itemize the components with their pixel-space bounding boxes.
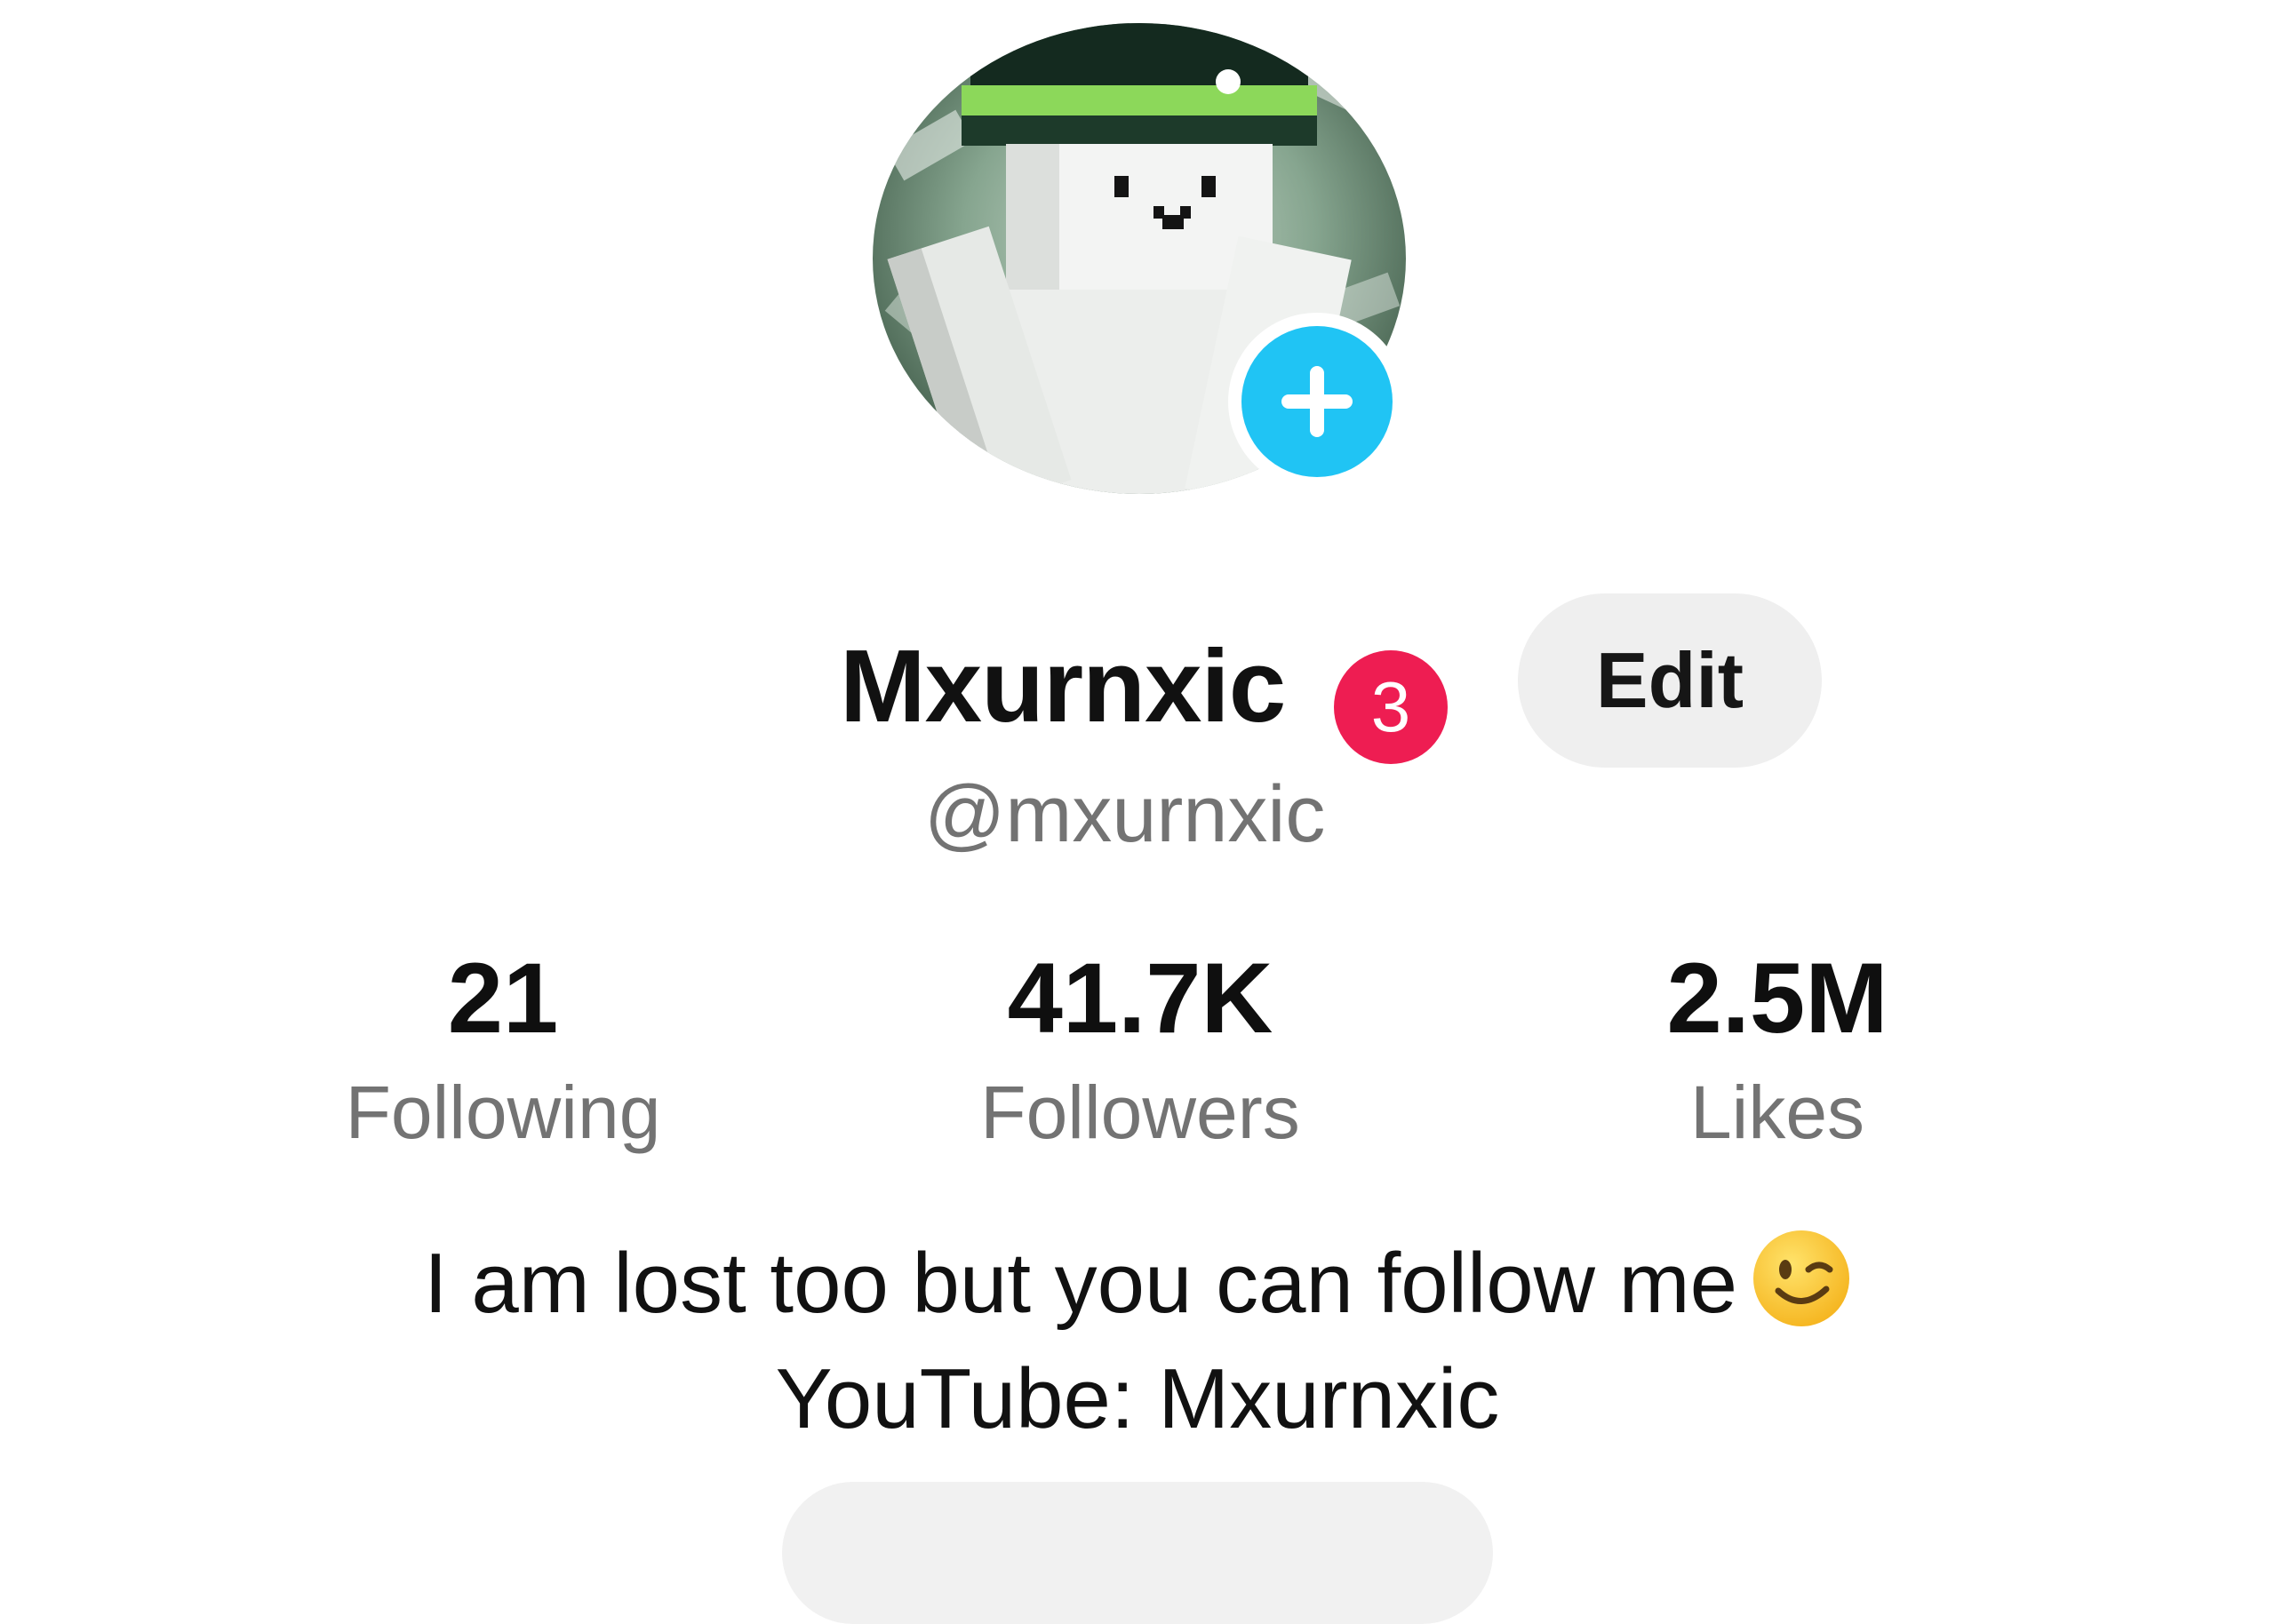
following-count: 21 [447,943,559,1054]
bio-line-2: YouTube: Mxurnxic [775,1351,1500,1446]
bio-line-1: I am lost too but you can follow me [0,1226,2275,1341]
stat-likes[interactable]: 2.5M Likes [1511,949,2044,1150]
bottom-action-button[interactable] [782,1482,1493,1624]
stat-following[interactable]: 21 Following [236,949,770,1150]
notification-badge[interactable]: 3 [1330,647,1451,768]
username: @mxurnxic [924,770,1326,859]
profile-avatar-container[interactable] [873,23,1406,494]
add-follow-button[interactable] [1228,313,1406,490]
likes-label: Likes [1689,1071,1865,1154]
winking-face-icon [1752,1229,1851,1328]
profile-bio: I am lost too but you can follow me YouT… [0,1226,2275,1457]
followers-label: Followers [980,1071,1300,1154]
following-label: Following [345,1071,661,1154]
likes-count: 2.5M [1666,943,1888,1054]
followers-count: 41.7K [1007,943,1273,1054]
bio-text-1: I am lost too but you can follow me [423,1236,1738,1331]
notification-count: 3 [1334,650,1448,764]
stat-followers[interactable]: 41.7K Followers [874,949,1407,1150]
edit-profile-button[interactable]: Edit [1518,593,1822,768]
profile-name-row: Mxurnxic 3 Edit [0,593,2275,771]
display-name: Mxurnxic [840,628,1286,744]
plus-icon [1241,326,1393,477]
